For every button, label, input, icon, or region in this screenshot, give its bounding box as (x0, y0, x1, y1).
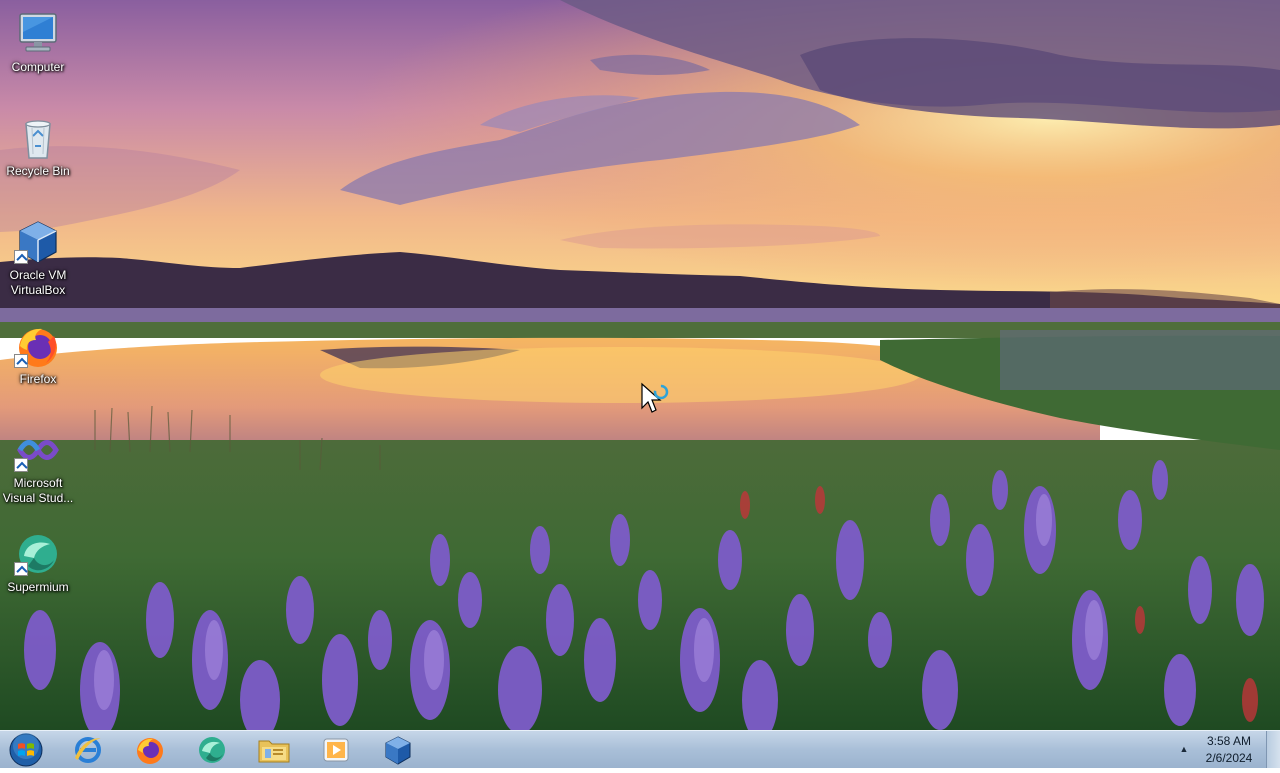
shortcut-arrow-icon (14, 562, 28, 576)
taskbar-virtualbox[interactable] (372, 732, 424, 768)
desktop-icon-recycle-bin[interactable]: Recycle Bin (2, 106, 74, 202)
desktop-wallpaper[interactable] (0, 0, 1280, 730)
shortcut-arrow-icon (14, 250, 28, 264)
taskbar-file-explorer[interactable] (248, 732, 300, 768)
supermium-icon (199, 737, 225, 763)
desktop-icon-label: Oracle VM VirtualBox (9, 268, 67, 297)
desktop-icon-computer[interactable]: Computer (2, 2, 74, 98)
file-explorer-icon (258, 740, 290, 763)
desktop-icon-visual-studio[interactable]: Microsoft Visual Stud... (2, 418, 74, 514)
desktop-icon-label: Firefox (19, 372, 57, 386)
tray-overflow-button[interactable]: ▲ (1174, 741, 1194, 757)
desktop-icon-supermium[interactable]: Supermium (2, 522, 74, 618)
clock-date: 2/6/2024 (1205, 751, 1253, 765)
show-desktop-button[interactable] (1266, 731, 1280, 768)
desktop-icon-grid: Computer Recycle Bin Oracle VM VirtualBo… (0, 0, 76, 600)
system-clock[interactable]: 3:58 AM 2/6/2024 (1196, 733, 1262, 767)
desktop-icon-label: Microsoft Visual Stud... (2, 476, 74, 505)
taskbar: ▲ 3:58 AM 2/6/2024 (0, 730, 1280, 768)
internet-explorer-icon (75, 737, 101, 763)
desktop-icon-virtualbox[interactable]: Oracle VM VirtualBox (2, 210, 74, 306)
clock-time: 3:58 AM (1206, 734, 1252, 748)
taskbar-firefox[interactable] (124, 732, 176, 768)
virtualbox-icon (385, 736, 411, 765)
desktop-icon-firefox[interactable]: Firefox (2, 314, 74, 410)
sunset-landscape-image (0, 0, 1280, 730)
desktop-icon-label: Recycle Bin (6, 164, 70, 178)
desktop-icon-label: Supermium (7, 580, 69, 594)
recycle-bin-icon (25, 120, 51, 159)
shortcut-arrow-icon (14, 354, 28, 368)
taskbar-media-player[interactable] (310, 732, 362, 768)
taskbar-supermium[interactable] (186, 732, 238, 768)
start-button[interactable] (6, 732, 46, 768)
taskbar-internet-explorer[interactable] (62, 732, 114, 768)
firefox-icon (137, 738, 163, 764)
media-player-icon (323, 738, 349, 762)
windows-start-orb-icon (9, 733, 43, 767)
computer-icon (19, 13, 57, 52)
desktop-icon-label: Computer (11, 60, 65, 74)
shortcut-arrow-icon (14, 458, 28, 472)
